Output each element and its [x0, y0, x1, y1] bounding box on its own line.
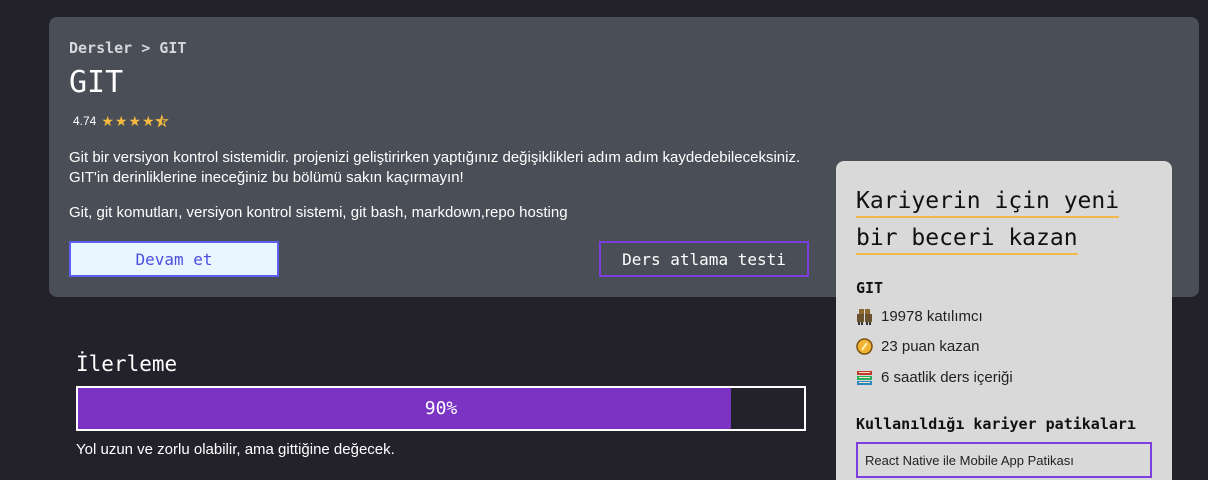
rating-value: 4.74	[73, 114, 97, 128]
users-icon	[856, 308, 873, 325]
breadcrumb[interactable]: Dersler > GIT	[69, 39, 186, 57]
career-card: Kariyerin için yeni bir beceri kazan GIT…	[836, 161, 1172, 480]
books-icon	[856, 369, 873, 386]
career-heading: Kariyerin için yeni bir beceri kazan	[856, 183, 1156, 257]
skip-test-button[interactable]: Ders atlama testi	[599, 241, 809, 277]
career-heading-line1: Kariyerin için yeni	[856, 188, 1120, 218]
stat-content-label: 6 saatlik ders içeriği	[881, 369, 1013, 386]
stat-points: 23 puan kazan	[856, 338, 979, 355]
career-heading-line2: bir beceri kazan	[856, 225, 1078, 255]
progress-percent: 90%	[424, 398, 458, 419]
star-icon: ★	[142, 113, 155, 129]
career-path-item[interactable]: React Native ile Mobile App Patikası	[856, 442, 1152, 478]
half-star-icon: ★	[155, 113, 169, 129]
star-icon: ★	[128, 113, 142, 129]
stat-participants-label: 19978 katılımcı	[881, 308, 983, 325]
stat-participants: 19978 katılımcı	[856, 308, 983, 325]
career-course-name: GIT	[856, 279, 884, 297]
stat-content: 6 saatlik ders içeriği	[856, 369, 1013, 386]
coin-icon	[856, 338, 873, 355]
stat-points-label: 23 puan kazan	[881, 338, 980, 355]
course-tags: Git, git komutları, versiyon kontrol sis…	[69, 204, 568, 221]
page-title: GIT	[69, 65, 124, 100]
star-icon: ★	[101, 113, 114, 129]
career-paths-title: Kullanıldığı kariyer patikaları	[856, 415, 1136, 433]
continue-button[interactable]: Devam et	[69, 241, 279, 277]
course-description: Git bir versiyon kontrol sistemidir. pro…	[69, 149, 801, 186]
progress-title: İlerleme	[76, 352, 178, 376]
rating: 4.74 ★ ★ ★ ★ ★	[73, 113, 169, 129]
star-icon: ★	[114, 113, 128, 129]
progress-note: Yol uzun ve zorlu olabilir, ama gittiğin…	[76, 441, 395, 458]
progress-bar: 90%	[76, 386, 806, 431]
rating-stars: ★ ★ ★ ★ ★	[101, 113, 169, 129]
